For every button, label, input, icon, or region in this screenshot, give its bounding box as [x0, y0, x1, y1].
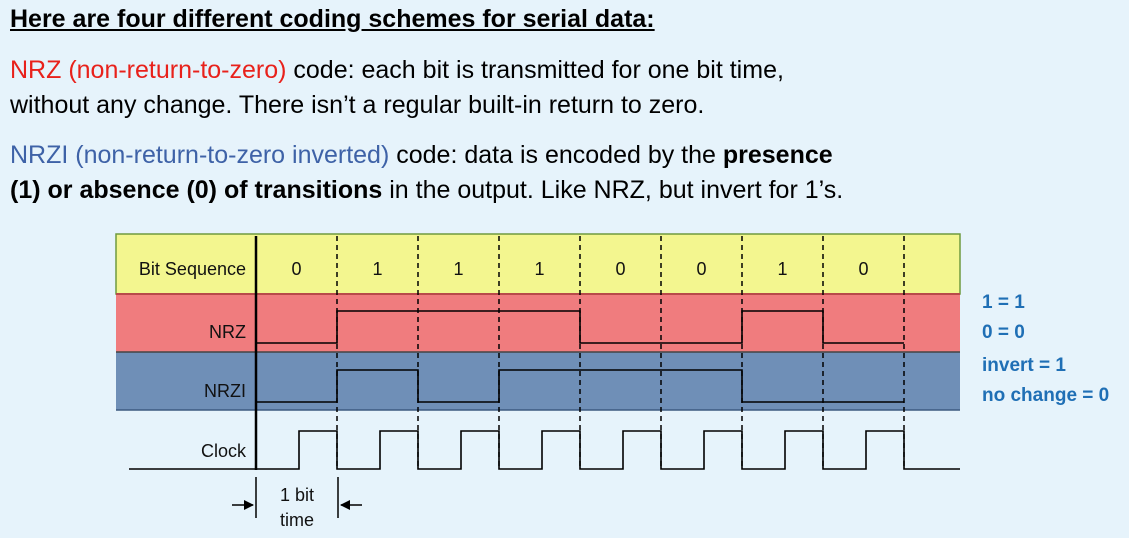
nrz-rule-zero: 0 = 0 — [982, 322, 1025, 343]
bit-time-label-line1: 1 bit — [280, 485, 314, 505]
nrz-rule-one: 1 = 1 — [982, 292, 1025, 313]
nrzi-label: NRZI — [204, 381, 246, 401]
bit-time-label-line2: time — [280, 510, 314, 530]
bit-value-label: 0 — [696, 259, 706, 279]
clock-label: Clock — [201, 441, 247, 461]
bit-value-label: 0 — [291, 259, 301, 279]
bit-value-label: 1 — [534, 259, 544, 279]
bit-value-label: 1 — [372, 259, 382, 279]
nrz-label: NRZ — [209, 322, 246, 342]
encoding-timing-diagram: Bit Sequence NRZ NRZI Clock 0 1 1 1 0 0 1 0 1 b… — [115, 233, 961, 530]
bit-value-label: 0 — [615, 259, 625, 279]
bit-value-label: 1 — [777, 259, 787, 279]
nrzi-rule-no-change: no change = 0 — [982, 385, 1110, 406]
bit-value-label: 0 — [858, 259, 868, 279]
bit-sequence-label: Bit Sequence — [139, 259, 246, 279]
clock-waveform — [129, 430, 960, 470]
bit-value-label: 1 — [453, 259, 463, 279]
nrzi-rule-invert: invert = 1 — [982, 355, 1066, 376]
